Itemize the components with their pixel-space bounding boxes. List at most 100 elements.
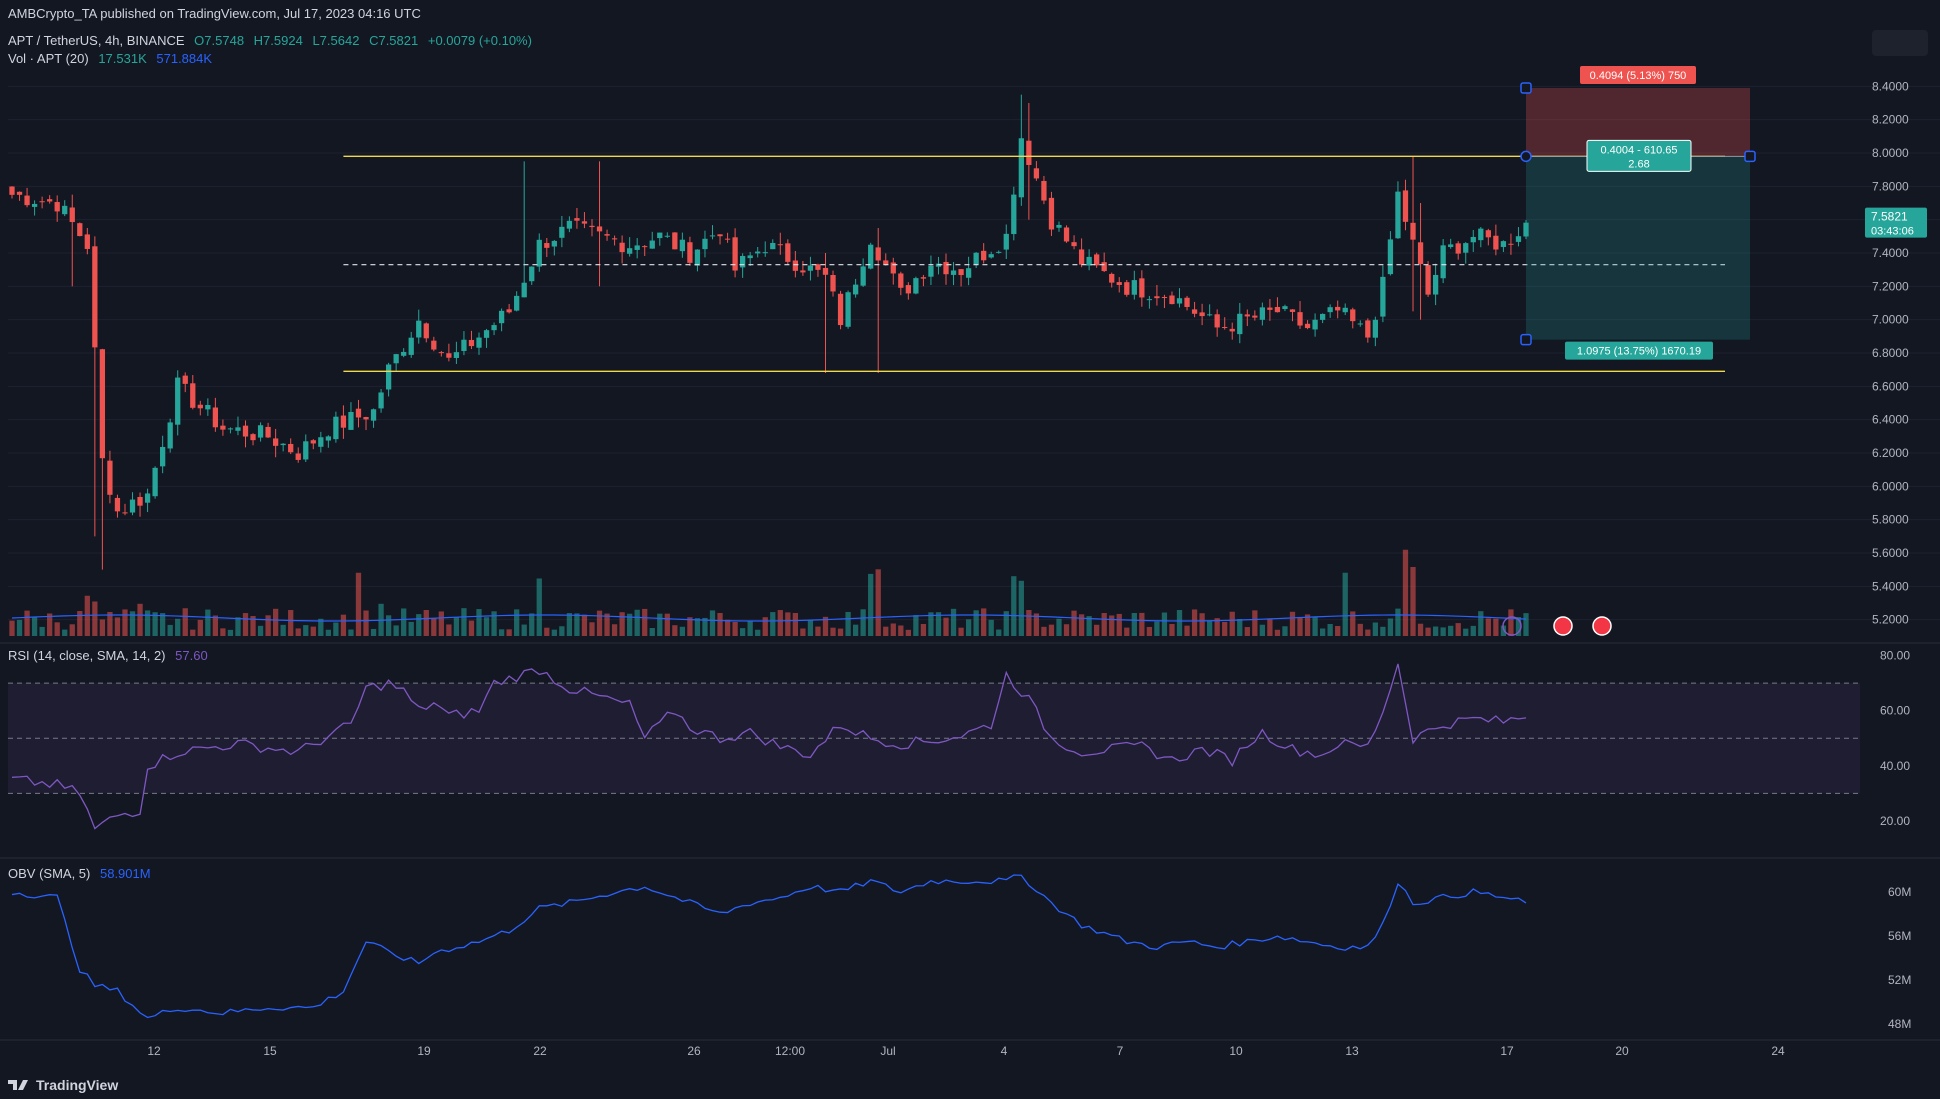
candle-body [62,205,68,215]
price-tick-label: 8.4000 [1872,79,1909,93]
volume-bar [446,624,452,636]
volume-bar [190,629,196,636]
candle-body [596,226,603,232]
time-tick-label: 12 [147,1044,161,1058]
volume-bar [363,610,369,636]
volume-bar [1154,621,1160,636]
volume-bar [672,625,678,636]
volume-bar [1417,623,1424,636]
volume-bar [303,625,309,636]
volume-bar [1207,621,1213,636]
time-tick-label: 7 [1117,1044,1124,1058]
position-handle [1520,333,1532,346]
candle-body [928,265,934,277]
candle-body [536,239,542,267]
chart-settings-button[interactable] [1872,30,1928,56]
candle-body [197,404,203,409]
candle-body [137,496,143,506]
candle-body [1410,222,1416,240]
volume-bar [1199,613,1205,636]
rsi-label[interactable]: RSI (14, close, SMA, 14, 2) [8,648,166,663]
volume-bar [1410,567,1416,636]
volume-bar [1259,624,1266,636]
candle-body [461,339,467,351]
volume-bar [1237,618,1243,636]
candle-body [122,512,128,514]
ohlc-open: O7.5748 [194,33,245,48]
volume-bar [310,626,316,636]
candle-body [227,428,234,430]
time-tick-label: 20 [1615,1044,1629,1058]
candle-body [182,375,188,384]
candle-body [694,249,701,266]
candle-body [1026,140,1032,165]
tradingview-logo[interactable]: TradingView [8,1077,118,1093]
volume-bar [1485,618,1491,636]
volume-bar [69,624,75,636]
candle-body [988,254,994,258]
volume-bar [830,627,836,636]
volume-bar [1244,627,1250,636]
candle-body [807,265,814,271]
volume-bar [1169,624,1175,636]
volume-bar [1274,629,1281,636]
volume-bar [657,613,663,636]
candle-body [77,223,83,237]
candle-body [401,351,407,356]
candle-body [1304,323,1311,329]
time-tick-label: 22 [533,1044,547,1058]
volume-bar [1191,609,1198,636]
candle-body [257,425,264,438]
volume-bar [1432,626,1439,636]
volume-bar [1440,627,1446,636]
volume-bar [559,626,565,636]
candle-body [114,497,121,512]
candle-body [1282,306,1288,310]
volume-bar [1056,618,1062,636]
volume-bar [807,619,814,636]
volume-bar [182,608,188,636]
volume-bar [1063,624,1070,636]
obv-tick-label: 48M [1888,1017,1911,1031]
time-tick-label: 13 [1345,1044,1359,1058]
candle-body [1116,282,1122,285]
candle-body [943,261,949,275]
candle-body [438,352,444,354]
volume-bar [860,609,866,636]
volume-bar [1297,616,1303,636]
candle-body [551,240,557,247]
position-handle [1744,150,1756,163]
price-tick-label: 6.8000 [1872,346,1909,360]
candle-body [1071,242,1077,247]
volume-bar [227,629,234,636]
ratio-label: 0.4004 - 610.65 [1600,144,1677,156]
candle-body [521,282,527,298]
ohlc-high: H7.5924 [253,33,303,48]
ohlc-low: L7.5642 [312,33,360,48]
volume-bar [385,615,392,636]
obv-label[interactable]: OBV (SMA, 5) [8,866,90,881]
candle-body [717,234,723,237]
candle-body [1508,243,1514,245]
candle-body [370,409,377,421]
position-handle [1520,82,1532,94]
chart-canvas[interactable]: 0.4094 (5.13%) 750 0.4004 - 610.65 2.68 1.0… [0,0,1940,1099]
candle-body [1274,306,1281,313]
volume-bar [9,620,15,636]
price-tick-label: 7.0000 [1872,313,1909,327]
candle-body [235,427,241,431]
candle-body [310,440,316,444]
volume-label[interactable]: Vol · APT (20) [8,51,89,66]
candle-body [1470,236,1476,243]
volume-bar [197,619,203,636]
symbol-name[interactable]: APT / TetherUS, 4h, BINANCE [8,33,185,48]
time-tick-label: 19 [417,1044,431,1058]
candle-body [1214,314,1220,328]
candle-body [54,202,60,212]
obv-tick-label: 56M [1888,929,1911,943]
candle-body [31,203,38,207]
candle-body [333,416,339,440]
volume-bar [1342,572,1348,636]
candle-body [476,337,482,348]
volume-value: 571.884K [156,51,213,66]
